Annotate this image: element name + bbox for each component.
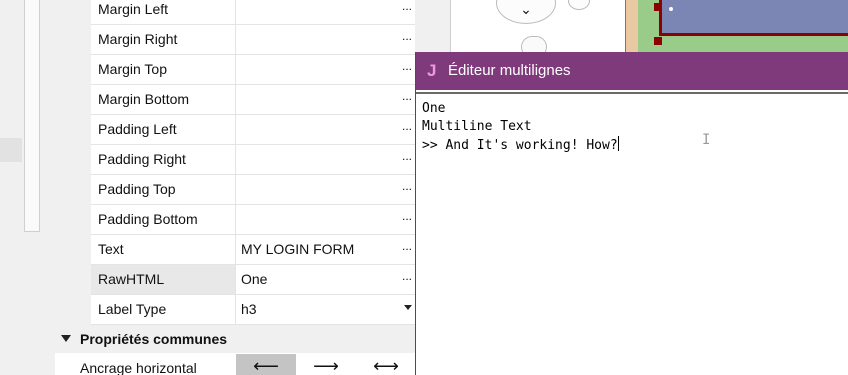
round-button[interactable] [568, 0, 590, 10]
property-value[interactable] [236, 145, 401, 174]
designer-canvas: ⌄ [415, 0, 848, 52]
selected-control[interactable] [659, 0, 848, 36]
property-row[interactable]: Text MY LOGIN FORM ... [91, 235, 415, 265]
multiline-text-area[interactable]: One Multiline Text >> And It's working! … [416, 92, 848, 375]
property-name: Padding Right [91, 145, 236, 174]
property-row[interactable]: Padding Top ... [91, 175, 415, 205]
property-value[interactable] [236, 205, 401, 234]
app-logo-icon: J [427, 61, 437, 80]
anchor-dot [669, 7, 673, 11]
property-name: Label Type [91, 295, 236, 324]
text-content: One Multiline Text >> And It's working! … [422, 100, 619, 155]
property-value[interactable] [236, 175, 401, 204]
ellipsis-button[interactable]: ... [401, 119, 413, 139]
gutter-lower [0, 232, 55, 375]
property-row[interactable]: Margin Right ... [91, 25, 415, 55]
ellipsis-button[interactable]: ... [401, 239, 413, 259]
dropdown-arrow-icon[interactable] [404, 305, 412, 310]
property-name: RawHTML [91, 265, 236, 294]
property-grid: Margin Left ... Margin Right ... Margin … [55, 0, 415, 375]
category-header[interactable]: Propriétés communes [55, 325, 415, 353]
property-name: Margin Top [91, 55, 236, 84]
property-grid-indent [55, 0, 91, 325]
property-name: Padding Left [91, 115, 236, 144]
ellipsis-button[interactable]: ... [401, 269, 413, 289]
chevron-down-button[interactable]: ⌄ [496, 0, 556, 24]
ellipsis-button[interactable]: ... [401, 149, 413, 169]
property-value[interactable] [236, 25, 401, 54]
anchor-stretch-button[interactable]: ⟷ [356, 354, 416, 375]
property-row[interactable]: Padding Bottom ... [91, 205, 415, 235]
property-value[interactable] [236, 0, 401, 24]
property-row-selected[interactable]: RawHTML One ... [91, 265, 415, 295]
category-label: Propriétés communes [80, 331, 228, 347]
ellipsis-button[interactable]: ... [401, 0, 413, 19]
ellipsis-button[interactable]: ... [401, 29, 413, 49]
property-value[interactable]: MY LOGIN FORM [236, 235, 401, 264]
property-name: Padding Top [91, 175, 236, 204]
highlighted-row-marker [0, 138, 22, 162]
property-row[interactable]: Margin Bottom ... [91, 85, 415, 115]
resize-handle[interactable] [654, 3, 662, 11]
resize-handle[interactable] [654, 37, 662, 45]
property-value[interactable]: One [236, 265, 401, 294]
anchor-row: Ancrage horizontal ⟵ ⟶ ⟷ [74, 354, 415, 375]
property-name: Text [91, 235, 236, 264]
text-line: >> And It's working! How? [422, 138, 618, 153]
anchor-label: Ancrage horizontal [80, 360, 197, 375]
multiline-editor-dialog: J Éditeur multilignes One Multiline Text… [415, 52, 848, 375]
text-caret [617, 136, 619, 151]
property-row[interactable]: Padding Left ... [91, 115, 415, 145]
text-line: One [422, 101, 446, 116]
anchor-right-button[interactable]: ⟶ [296, 354, 356, 375]
ellipsis-button[interactable]: ... [401, 179, 413, 199]
property-name: Margin Left [91, 0, 236, 24]
ellipsis-button[interactable]: ... [401, 59, 413, 79]
ellipsis-button[interactable]: ... [401, 209, 413, 229]
property-name: Margin Right [91, 25, 236, 54]
dialog-titlebar[interactable]: J Éditeur multilignes [416, 52, 848, 90]
property-name: Margin Bottom [91, 85, 236, 114]
collapse-triangle-icon[interactable] [61, 335, 71, 342]
property-row[interactable]: Label Type h3 [91, 295, 415, 325]
property-value[interactable] [236, 55, 401, 84]
property-value[interactable] [236, 115, 401, 144]
toolbox-panel: ⌄ [450, 0, 630, 52]
property-value[interactable]: h3 [236, 295, 401, 324]
toggle-control[interactable] [521, 36, 547, 52]
property-row[interactable]: Padding Right ... [91, 145, 415, 175]
anchor-left-button[interactable]: ⟵ [236, 354, 296, 375]
ellipsis-button[interactable]: ... [401, 89, 413, 109]
property-row[interactable]: Margin Top ... [91, 55, 415, 85]
text-line: Multiline Text [422, 119, 532, 134]
property-value[interactable] [236, 85, 401, 114]
vertical-scrollbar[interactable] [24, 0, 40, 232]
property-name: Padding Bottom [91, 205, 236, 234]
dialog-title: Éditeur multilignes [448, 62, 571, 79]
canvas-border [625, 0, 638, 52]
property-row[interactable]: Margin Left ... [91, 0, 415, 25]
ibeam-cursor-icon: I [702, 132, 711, 148]
